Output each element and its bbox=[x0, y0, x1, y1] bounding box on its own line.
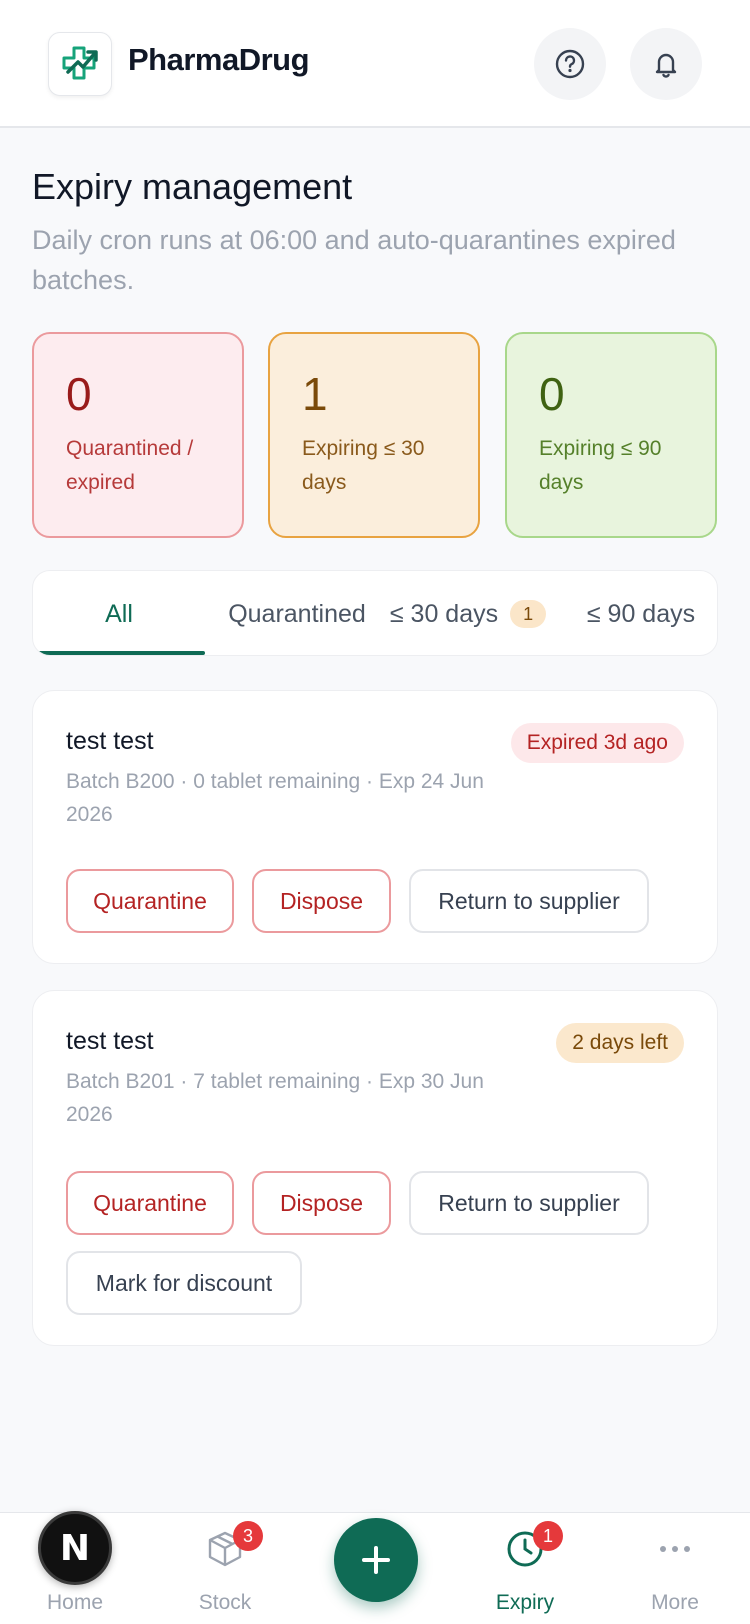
logo[interactable] bbox=[48, 32, 112, 96]
stat-card-expiring-90[interactable]: 0 Expiring ≤ 90 days bbox=[505, 332, 717, 538]
plus-icon bbox=[362, 1546, 390, 1574]
stat-value: 1 bbox=[302, 368, 328, 420]
batch-product-name: test test bbox=[66, 727, 154, 755]
mark-for-discount-button[interactable]: Mark for discount bbox=[66, 1251, 302, 1315]
page-subtitle: Daily cron runs at 06:00 and auto-quaran… bbox=[32, 225, 676, 295]
page-title: Expiry management bbox=[32, 166, 353, 207]
return-to-supplier-button[interactable]: Return to supplier bbox=[409, 869, 649, 933]
bell-icon bbox=[655, 53, 677, 78]
batch-card: test test 2 days left Batch B201 · 7 tab… bbox=[32, 990, 718, 1346]
tab-label: ≤ 30 days bbox=[389, 599, 499, 628]
nav-label: Expiry bbox=[495, 1591, 555, 1614]
batch-meta: Batch B201 · 7 tablet remaining · Exp 30… bbox=[66, 1070, 484, 1126]
add-button[interactable] bbox=[334, 1518, 418, 1602]
nav-more[interactable]: More bbox=[615, 1513, 735, 1624]
nav-expiry[interactable]: 1 Expiry bbox=[465, 1513, 585, 1624]
stat-value: 0 bbox=[539, 368, 565, 420]
tab-label: Quarantined bbox=[228, 599, 366, 628]
tab-label: All bbox=[105, 599, 133, 628]
batch-product-name: test test bbox=[66, 1027, 154, 1055]
nav-stock[interactable]: 3 Stock bbox=[165, 1513, 285, 1624]
stat-card-quarantined[interactable]: 0 Quarantined / expired bbox=[32, 332, 244, 538]
nav-label: Stock bbox=[198, 1591, 252, 1614]
nav-count-badge: 1 bbox=[533, 1521, 563, 1551]
active-tab-indicator bbox=[33, 651, 205, 655]
dispose-button[interactable]: Dispose bbox=[252, 1171, 391, 1235]
tab-all[interactable]: All bbox=[33, 571, 205, 655]
help-button[interactable] bbox=[534, 28, 606, 100]
avatar[interactable]: N bbox=[38, 1511, 112, 1585]
filter-tabs: All Quarantined ≤ 30 days 1 ≤ 90 days bbox=[32, 570, 718, 656]
quarantine-button[interactable]: Quarantine bbox=[66, 1171, 234, 1235]
stat-label: Expiring ≤ 30 days bbox=[302, 437, 425, 494]
status-badge: Expired 3d ago bbox=[510, 723, 684, 763]
stat-label: Quarantined / expired bbox=[66, 437, 194, 494]
status-badge: 2 days left bbox=[556, 1023, 684, 1063]
stat-value: 0 bbox=[66, 368, 92, 420]
batch-meta: Batch B200 · 0 tablet remaining · Exp 24… bbox=[66, 770, 484, 826]
brand-name: PharmaDrug bbox=[128, 42, 310, 77]
tab-label: ≤ 90 days bbox=[586, 599, 696, 628]
nav-label: Home bbox=[46, 1591, 104, 1614]
stat-label: Expiring ≤ 90 days bbox=[539, 437, 662, 494]
tab-quarantined[interactable]: Quarantined bbox=[205, 571, 389, 655]
stat-card-expiring-30[interactable]: 1 Expiring ≤ 30 days bbox=[268, 332, 480, 538]
tab-90-days[interactable]: ≤ 90 days bbox=[563, 571, 717, 655]
notifications-button[interactable] bbox=[630, 28, 702, 100]
return-to-supplier-button[interactable]: Return to supplier bbox=[409, 1171, 649, 1235]
tab-30-days[interactable]: ≤ 30 days 1 bbox=[373, 571, 563, 655]
quarantine-button[interactable]: Quarantine bbox=[66, 869, 234, 933]
nav-label: More bbox=[651, 1591, 699, 1614]
tab-count-badge: 1 bbox=[510, 600, 547, 628]
app-header: PharmaDrug bbox=[0, 0, 750, 128]
batch-card: test test Expired 3d ago Batch B200 · 0 … bbox=[32, 690, 718, 964]
help-circle-icon bbox=[555, 49, 585, 79]
nav-count-badge: 3 bbox=[233, 1521, 263, 1551]
pharmacy-cross-icon bbox=[62, 46, 98, 80]
more-dots-icon bbox=[660, 1546, 690, 1552]
dispose-button[interactable]: Dispose bbox=[252, 869, 391, 933]
